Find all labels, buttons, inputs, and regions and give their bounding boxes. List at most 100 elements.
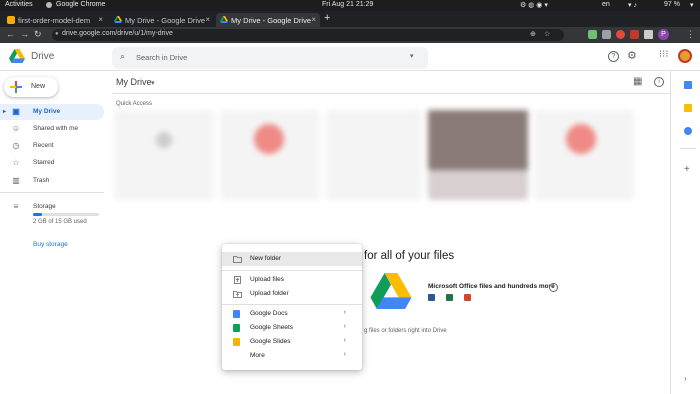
star-icon: ☆ bbox=[12, 158, 20, 167]
search-bar[interactable]: ⌕ Search in Drive ▾ bbox=[112, 47, 428, 69]
system-tray-icons[interactable]: ⚙ ◍ ◉ ▾ bbox=[520, 1, 548, 9]
header-divider bbox=[112, 93, 670, 94]
close-tab-icon[interactable]: × bbox=[311, 15, 316, 24]
sidebar-divider bbox=[0, 192, 104, 193]
info-icon[interactable]: i bbox=[549, 283, 558, 292]
menu-item-new-folder[interactable]: New folder bbox=[222, 252, 362, 266]
sheets-icon bbox=[233, 324, 240, 332]
apps-grid-icon[interactable]: ⁝⁝⁝ bbox=[659, 49, 669, 60]
menu-item-label: Google Sheets bbox=[250, 324, 294, 331]
menu-divider bbox=[222, 270, 362, 271]
sidebar-item-label: Storage bbox=[33, 203, 56, 210]
trash-icon: ▥ bbox=[12, 176, 20, 185]
browser-tab[interactable]: My Drive - Google Drive × bbox=[110, 13, 214, 27]
app-name[interactable]: Google Chrome bbox=[56, 1, 105, 8]
quick-access-card[interactable] bbox=[534, 110, 634, 200]
sidebar-item-shared-with-me[interactable]: ☺ Shared with me bbox=[0, 121, 104, 137]
menu-item-label: New folder bbox=[250, 255, 282, 262]
quick-access-card[interactable] bbox=[428, 110, 528, 200]
address-bar[interactable]: ● drive.google.com/drive/u/1/my-drive ☆ … bbox=[52, 29, 564, 41]
sidebar-item-recent[interactable]: ◷ Recent bbox=[0, 138, 104, 154]
wifi-icon: ▾ ♪ bbox=[628, 2, 637, 9]
search-input[interactable]: Search in Drive bbox=[136, 53, 187, 62]
drive-favicon-icon bbox=[114, 16, 122, 24]
submenu-arrow-icon: › bbox=[343, 337, 346, 344]
close-tab-icon[interactable]: × bbox=[205, 15, 210, 24]
submenu-arrow-icon: › bbox=[343, 309, 346, 316]
file-upload-icon bbox=[233, 276, 242, 284]
grid-view-icon[interactable]: ▦ bbox=[633, 76, 642, 87]
office-files-text: Microsoft Office files and hundreds more bbox=[428, 283, 555, 290]
adblock-extension-icon[interactable] bbox=[616, 30, 625, 39]
browser-tab[interactable]: first-order-model-dem × bbox=[3, 13, 107, 27]
new-button[interactable]: New bbox=[4, 77, 58, 97]
calendar-icon[interactable] bbox=[684, 81, 692, 89]
menu-item-upload-folder[interactable]: Upload folder bbox=[222, 287, 362, 301]
account-avatar[interactable] bbox=[678, 49, 692, 63]
tab-title: My Drive - Google Drive bbox=[231, 16, 312, 25]
buy-storage-link[interactable]: Buy storage bbox=[33, 241, 68, 248]
menu-item-label: Google Slides bbox=[250, 338, 291, 345]
sidebar-item-starred[interactable]: ☆ Starred bbox=[0, 155, 104, 171]
sidebar-item-label: Trash bbox=[33, 177, 50, 184]
quick-access-card[interactable] bbox=[326, 110, 422, 200]
android-extension-icon[interactable] bbox=[588, 30, 597, 39]
new-item-menu: New folder Upload files Upload folder Go… bbox=[222, 244, 362, 370]
close-tab-icon[interactable]: × bbox=[98, 15, 103, 24]
menu-item-google-slides[interactable]: Google Slides › bbox=[222, 335, 362, 349]
sidebar-item-trash[interactable]: ▥ Trash bbox=[0, 173, 104, 189]
clock[interactable]: Fri Aug 21 21:29 bbox=[322, 1, 373, 8]
settings-gear-icon[interactable]: ⚙ bbox=[627, 49, 637, 62]
side-panel-divider bbox=[680, 148, 696, 149]
menu-item-google-docs[interactable]: Google Docs › bbox=[222, 307, 362, 321]
new-tab-button[interactable]: + bbox=[324, 12, 330, 26]
add-addon-icon[interactable]: + bbox=[684, 164, 690, 175]
back-icon[interactable]: ← bbox=[6, 29, 15, 39]
collapse-panel-icon[interactable]: › bbox=[684, 374, 687, 383]
search-icon[interactable]: ⌕ bbox=[120, 51, 125, 62]
bookmark-star-icon[interactable]: ☆ bbox=[544, 30, 550, 38]
tasks-icon[interactable] bbox=[684, 127, 692, 135]
quick-access-card[interactable] bbox=[114, 110, 214, 200]
menu-item-google-sheets[interactable]: Google Sheets › bbox=[222, 321, 362, 335]
expand-arrow-icon[interactable]: ▸ bbox=[3, 108, 6, 115]
keep-icon[interactable] bbox=[684, 104, 692, 112]
profile-avatar[interactable]: P bbox=[658, 29, 669, 40]
activities-button[interactable]: Activities bbox=[5, 1, 33, 8]
browser-tab-active[interactable]: My Drive - Google Drive × bbox=[216, 13, 320, 27]
quick-access-card[interactable] bbox=[220, 110, 320, 200]
lock-icon: ● bbox=[55, 31, 59, 37]
chrome-menu-icon[interactable]: ⋮ bbox=[686, 29, 695, 40]
reload-icon[interactable]: ↻ bbox=[34, 29, 42, 40]
extension-icon[interactable] bbox=[630, 30, 639, 39]
puzzle-extensions-icon[interactable] bbox=[644, 30, 653, 39]
drive-logo-icon[interactable] bbox=[9, 49, 25, 68]
drive-header: Drive ⌕ Search in Drive ▾ ? ⚙ ⁝⁝⁝ bbox=[0, 43, 700, 71]
word-icon bbox=[428, 294, 435, 301]
sidebar-item-my-drive[interactable]: ▸ ▣ My Drive bbox=[0, 104, 104, 120]
storage-usage-text: 2 GB of 15 GB used bbox=[33, 219, 87, 225]
power-menu-icon[interactable]: ▾ bbox=[690, 1, 694, 9]
powerpoint-icon bbox=[464, 294, 471, 301]
forward-icon[interactable]: → bbox=[20, 29, 29, 39]
submenu-arrow-icon: › bbox=[343, 323, 346, 330]
quick-access-heading: Quick Access bbox=[116, 101, 153, 107]
info-icon[interactable]: i bbox=[654, 77, 664, 87]
docs-icon bbox=[233, 310, 240, 318]
menu-item-more[interactable]: More › bbox=[222, 349, 362, 363]
side-panel: + › bbox=[670, 71, 700, 394]
extension-icon[interactable] bbox=[602, 30, 611, 39]
drive-logo-text[interactable]: Drive bbox=[31, 51, 54, 62]
submenu-arrow-icon: › bbox=[343, 351, 346, 358]
sidebar-item-label: My Drive bbox=[33, 108, 61, 115]
menu-item-upload-files[interactable]: Upload files bbox=[222, 273, 362, 287]
help-icon[interactable]: ? bbox=[608, 51, 619, 62]
menu-item-label: Upload folder bbox=[250, 290, 289, 297]
language-indicator[interactable]: en bbox=[602, 1, 610, 8]
excel-icon bbox=[446, 294, 453, 301]
chevron-down-icon[interactable]: ▾ bbox=[151, 79, 155, 87]
search-options-icon[interactable]: ▾ bbox=[410, 52, 414, 60]
install-icon[interactable]: ⊕ bbox=[530, 30, 536, 38]
slides-icon bbox=[233, 338, 240, 346]
page-title[interactable]: My Drive bbox=[116, 77, 152, 87]
